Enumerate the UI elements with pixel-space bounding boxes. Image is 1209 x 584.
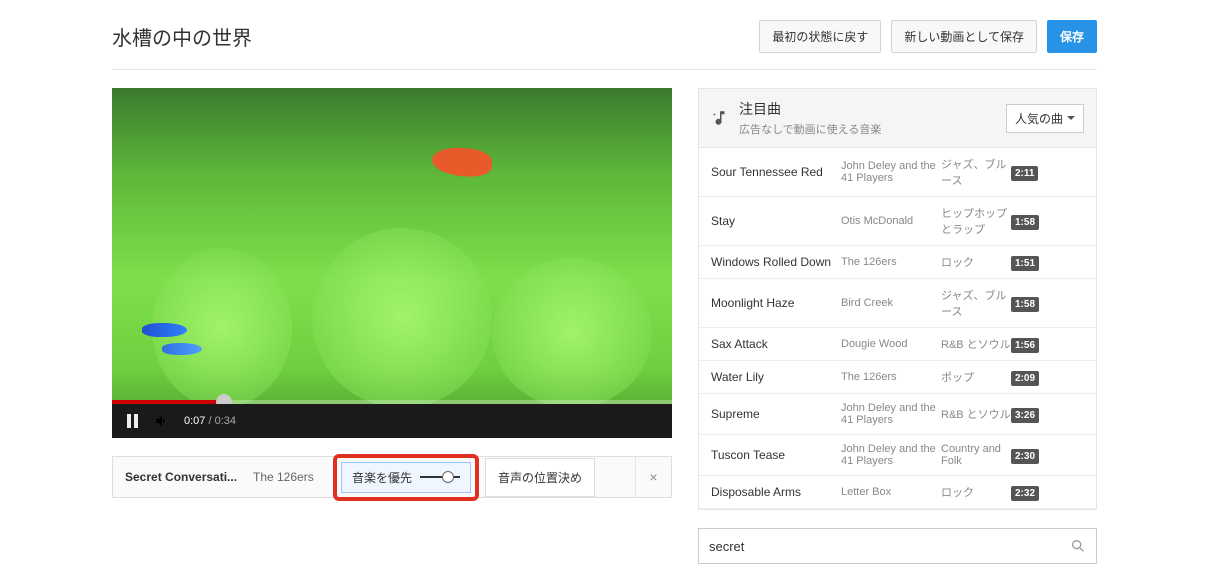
mix-label: 音楽を優先: [352, 469, 412, 486]
selected-track-artist: The 126ers: [253, 470, 333, 484]
track-artist: Letter Box: [841, 486, 941, 498]
chevron-down-icon: [1067, 116, 1075, 120]
track-title: Windows Rolled Down: [711, 255, 841, 269]
volume-icon[interactable]: [154, 413, 170, 429]
track-title: Sax Attack: [711, 337, 841, 351]
music-panel-subtitle: 広告なしで動画に使える音楽: [739, 121, 996, 137]
music-panel: + 注目曲 広告なしで動画に使える音楽 人気の曲 Sour Tennessee …: [698, 88, 1097, 510]
fish-decoration: [431, 145, 493, 178]
track-genre: R&B とソウル: [941, 406, 1011, 422]
save-as-new-button[interactable]: 新しい動画として保存: [891, 20, 1037, 53]
player-controls: 0:07 / 0:34: [112, 404, 672, 438]
track-duration: 2:09: [1011, 370, 1047, 384]
track-artist: Dougie Wood: [841, 338, 941, 350]
track-genre: R&B とソウル: [941, 336, 1011, 352]
current-time: 0:07: [184, 415, 205, 427]
track-title: Tuscon Tease: [711, 448, 841, 462]
track-row[interactable]: StayOtis McDonaldヒップホップとラップ1:58: [699, 197, 1096, 246]
mix-slider[interactable]: [420, 476, 460, 478]
track-genre: Country and Folk: [941, 443, 1011, 467]
track-row[interactable]: Sour Tennessee RedJohn Deley and the 41 …: [699, 148, 1096, 197]
audio-strip: Secret Conversati... The 126ers 音楽を優先 音声…: [112, 456, 672, 498]
track-duration: 1:58: [1011, 296, 1047, 310]
search-input[interactable]: [709, 539, 1070, 554]
revert-button[interactable]: 最初の状態に戻す: [759, 20, 881, 53]
track-row[interactable]: Moonlight HazeBird Creekジャズ、ブルース1:58: [699, 279, 1096, 328]
track-duration: 2:11: [1011, 165, 1047, 179]
track-duration: 1:58: [1011, 214, 1047, 228]
track-duration: 1:56: [1011, 337, 1047, 351]
sort-dropdown[interactable]: 人気の曲: [1006, 104, 1084, 133]
mix-slider-knob[interactable]: [442, 471, 454, 483]
track-genre: ロック: [941, 484, 1011, 500]
video-preview[interactable]: 0:07 / 0:34: [112, 88, 672, 438]
editor-header: 水槽の中の世界 最初の状態に戻す 新しい動画として保存 保存: [112, 20, 1097, 70]
track-duration: 2:32: [1011, 485, 1047, 499]
pause-button[interactable]: [124, 413, 140, 429]
sort-label: 人気の曲: [1015, 110, 1063, 127]
remove-audio-button[interactable]: ×: [635, 457, 671, 497]
track-genre: ヒップホップとラップ: [941, 205, 1011, 237]
video-frame: [112, 88, 672, 438]
music-panel-header: + 注目曲 広告なしで動画に使える音楽 人気の曲: [699, 89, 1096, 148]
plant-decoration: [312, 228, 492, 408]
track-title: Water Lily: [711, 370, 841, 384]
header-actions: 最初の状態に戻す 新しい動画として保存 保存: [759, 20, 1097, 53]
track-genre: ロック: [941, 254, 1011, 270]
mix-highlight: 音楽を優先: [333, 454, 479, 501]
duration: 0:34: [215, 415, 236, 427]
svg-text:+: +: [713, 113, 717, 119]
track-genre: ジャズ、ブルース: [941, 156, 1011, 188]
track-row[interactable]: Water LilyThe 126ersポップ2:09: [699, 361, 1096, 394]
music-priority-control[interactable]: 音楽を優先: [341, 462, 471, 493]
track-artist: John Deley and the 41 Players: [841, 402, 941, 426]
search-icon[interactable]: [1070, 538, 1086, 554]
track-artist: John Deley and the 41 Players: [841, 443, 941, 467]
track-genre: ポップ: [941, 369, 1011, 385]
track-row[interactable]: Sax AttackDougie WoodR&B とソウル1:56: [699, 328, 1096, 361]
track-artist: The 126ers: [841, 371, 941, 383]
track-title: Disposable Arms: [711, 485, 841, 499]
track-duration: 2:30: [1011, 448, 1047, 462]
playback-time: 0:07 / 0:34: [184, 415, 236, 427]
audio-position-button[interactable]: 音声の位置決め: [485, 458, 595, 497]
track-row[interactable]: Tuscon TeaseJohn Deley and the 41 Player…: [699, 435, 1096, 476]
track-artist: Otis McDonald: [841, 215, 941, 227]
track-artist: Bird Creek: [841, 297, 941, 309]
video-title: 水槽の中の世界: [112, 22, 252, 51]
track-duration: 1:51: [1011, 255, 1047, 269]
track-title: Supreme: [711, 407, 841, 421]
fish-decoration: [162, 343, 202, 355]
track-list: Sour Tennessee RedJohn Deley and the 41 …: [699, 148, 1096, 509]
selected-track-title: Secret Conversati...: [113, 470, 253, 484]
track-title: Moonlight Haze: [711, 296, 841, 310]
track-row[interactable]: Disposable ArmsLetter Boxロック2:32: [699, 476, 1096, 509]
plant-decoration: [492, 258, 652, 408]
track-artist: The 126ers: [841, 256, 941, 268]
search-box: [698, 528, 1097, 564]
track-genre: ジャズ、ブルース: [941, 287, 1011, 319]
track-duration: 3:26: [1011, 407, 1047, 421]
track-title: Stay: [711, 214, 841, 228]
music-panel-title: 注目曲: [739, 99, 996, 119]
music-note-icon: +: [711, 109, 729, 127]
track-title: Sour Tennessee Red: [711, 165, 841, 179]
track-row[interactable]: SupremeJohn Deley and the 41 PlayersR&B …: [699, 394, 1096, 435]
track-artist: John Deley and the 41 Players: [841, 160, 941, 184]
track-row[interactable]: Windows Rolled DownThe 126ersロック1:51: [699, 246, 1096, 279]
save-button[interactable]: 保存: [1047, 20, 1097, 53]
fish-decoration: [142, 323, 187, 337]
